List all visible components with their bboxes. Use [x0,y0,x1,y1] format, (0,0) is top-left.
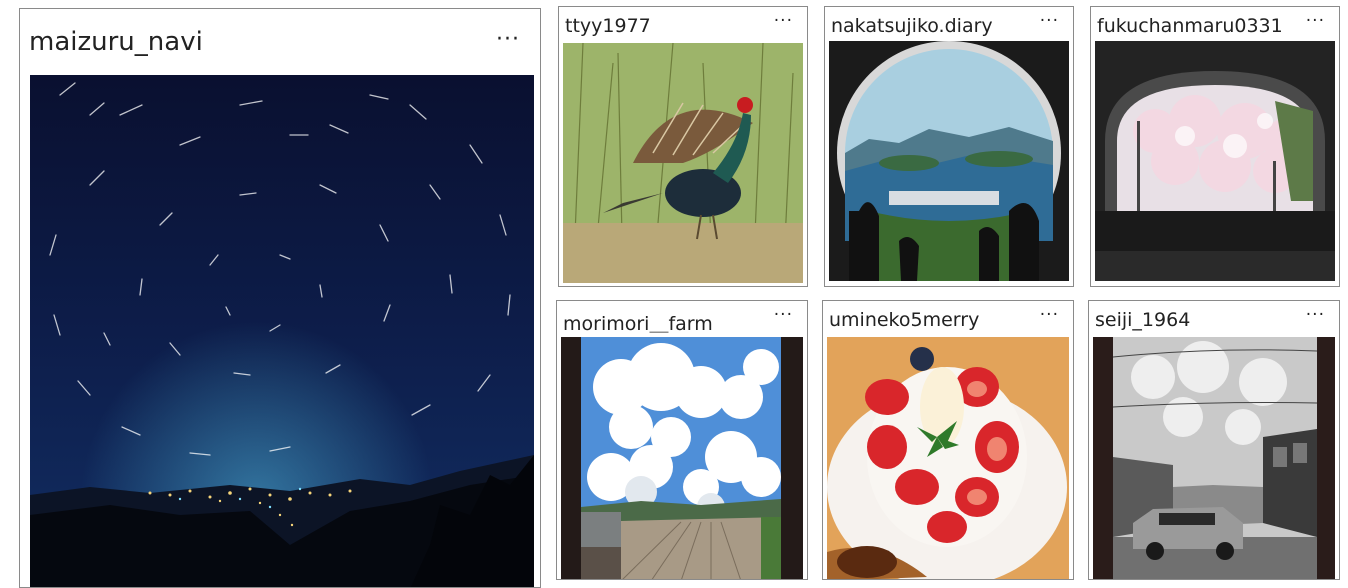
post-card-fukuchanmaru0331[interactable]: fukuchanmaru0331 ··· [1090,6,1340,287]
post-card-nakatsujiko-diary[interactable]: nakatsujiko.diary ··· [824,6,1074,287]
more-options-icon[interactable]: ··· [774,305,793,325]
post-username[interactable]: fukuchanmaru0331 [1097,15,1283,37]
post-photo-street-classic-car[interactable] [1093,337,1335,579]
post-photo-porthole-view[interactable] [829,41,1069,281]
post-username[interactable]: nakatsujiko.diary [831,15,993,37]
more-options-icon[interactable]: ··· [1040,305,1059,325]
post-photo-tunnel-blossoms[interactable] [1095,41,1335,281]
post-card-morimori-farm[interactable]: morimori＿farm ··· [556,300,808,580]
more-options-icon[interactable]: ··· [774,11,793,31]
more-options-icon[interactable]: ··· [1306,305,1325,325]
post-username[interactable]: morimori＿farm [563,309,713,336]
post-photo-star-trails[interactable] [30,75,534,587]
post-username[interactable]: umineko5merry [829,309,979,331]
post-username[interactable]: ttyy1977 [565,15,651,37]
more-options-icon[interactable]: ··· [1306,11,1325,31]
more-options-icon[interactable]: ··· [496,27,520,52]
post-photo-clouds-fields[interactable] [561,337,803,579]
post-card-umineko5merry[interactable]: umineko5merry ··· [822,300,1074,580]
post-card-maizuru-navi[interactable]: maizuru_navi ··· [19,8,541,588]
more-options-icon[interactable]: ··· [1040,11,1059,31]
post-username[interactable]: maizuru_navi [29,27,203,57]
post-card-seiji-1964[interactable]: seiji_1964 ··· [1088,300,1340,580]
post-card-ttyy1977[interactable]: ttyy1977 ··· [558,6,808,287]
post-photo-pheasant[interactable] [563,43,803,283]
post-username[interactable]: seiji_1964 [1095,309,1190,331]
post-photo-strawberry-parfait[interactable] [827,337,1069,579]
